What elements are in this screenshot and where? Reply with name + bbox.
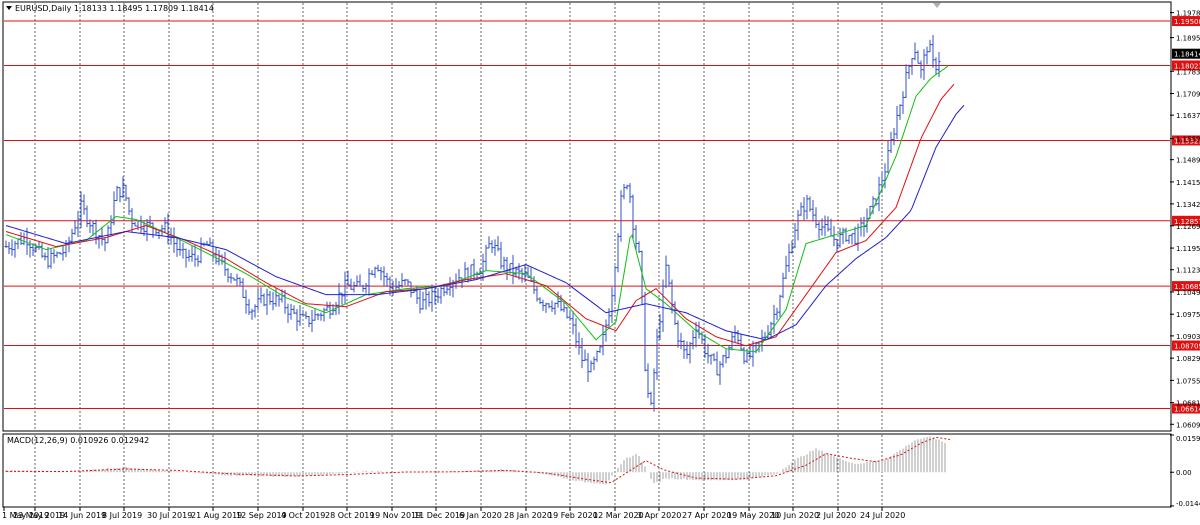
x-tick-label: 27 Apr 2020 [682, 511, 731, 520]
level-tag-label: 1.19500 [1174, 18, 1200, 26]
y-tick-label: 1.11950 [1176, 245, 1200, 253]
y-tick-label: 1.09030 [1176, 333, 1200, 341]
y-tick-label: 1.13420 [1176, 201, 1200, 209]
y-tick-label: 1.07550 [1176, 377, 1200, 385]
macd-axis: 0.015993 0.00 -0.014466 [1170, 434, 1200, 508]
price-panel[interactable] [2, 1, 1172, 432]
y-tick-label: 1.17090 [1176, 91, 1200, 99]
x-tick-label: 4 Oct 2019 [281, 511, 325, 520]
x-tick-label: 19 Feb 2020 [548, 511, 598, 520]
y-tick-label: 1.11230 [1176, 267, 1200, 275]
current-price-label: 1.18414 [1174, 51, 1200, 59]
macd-info: MACD(12,26,9) 0.010926 0.012942 [7, 436, 149, 445]
x-tick-label: 6 Jan 2020 [459, 511, 502, 520]
y-tick-label: 1.17830 [1176, 68, 1200, 76]
x-tick-label: 14 Jun 2019 [58, 511, 106, 520]
x-tick-label: 11 Dec 2019 [414, 511, 465, 520]
macd-y-tick-label: 0.015993 [1176, 435, 1200, 443]
y-tick-label: 1.18950 [1176, 35, 1200, 43]
time-axis: 1 May 201923 May 201914 Jun 20198 Jul 20… [2, 507, 905, 520]
x-tick-label: 30 Jul 2019 [147, 511, 192, 520]
x-tick-label: 28 Oct 2019 [325, 511, 374, 520]
x-tick-label: 12 Sep 2019 [236, 511, 287, 520]
macd-y-tick-label: 0.00 [1176, 469, 1192, 477]
chart[interactable]: 1.195001.180231.155291.128571.106851.087… [0, 0, 1200, 525]
x-tick-label: 8 Jul 2019 [102, 511, 142, 520]
y-tick-label: 1.10490 [1176, 289, 1200, 297]
y-tick-label: 1.12690 [1176, 223, 1200, 231]
y-tick-label: 1.06090 [1176, 421, 1200, 429]
y-tick-label: 1.14150 [1176, 179, 1200, 187]
x-tick-label: 21 Aug 2019 [191, 511, 242, 520]
y-tick-label: 1.19780 [1176, 10, 1200, 18]
macd-y-tick-label: -0.014466 [1176, 500, 1200, 508]
y-tick-label: 1.14890 [1176, 157, 1200, 165]
x-tick-label: 24 Jul 2020 [860, 511, 905, 520]
symbol-info: EURUSD,Daily 1.18133 1.18495 1.17809 1.1… [15, 4, 214, 13]
y-tick-label: 1.06810 [1176, 400, 1200, 408]
x-tick-label: 3 Apr 2020 [637, 511, 681, 520]
x-tick-label: 2 Jul 2020 [816, 511, 856, 520]
x-tick-label: 10 Jun 2020 [771, 511, 819, 520]
y-tick-label: 1.09750 [1176, 311, 1200, 319]
y-tick-label: 1.16370 [1176, 112, 1200, 120]
x-tick-label: 28 Jan 2020 [504, 511, 552, 520]
y-tick-label: 1.15590 [1176, 136, 1200, 144]
y-tick-label: 1.08290 [1176, 355, 1200, 363]
level-tag-label: 1.08709 [1174, 343, 1200, 351]
